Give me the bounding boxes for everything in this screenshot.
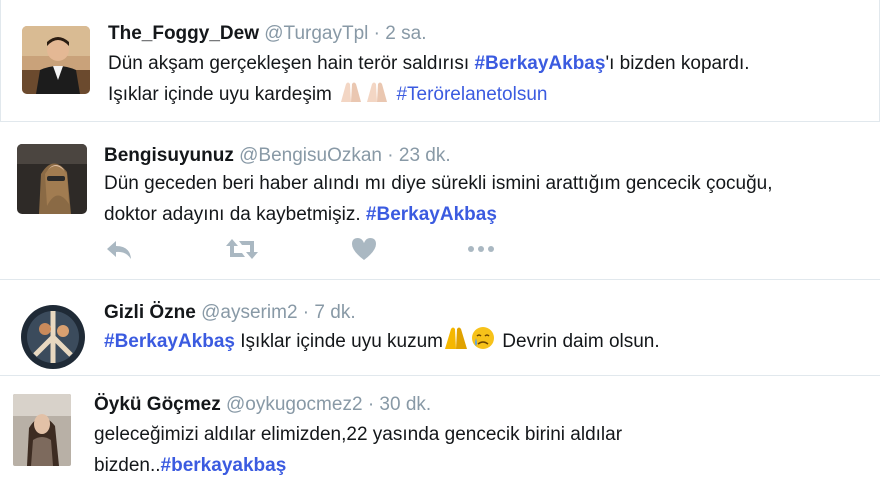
praying-hands-emoji [337, 81, 391, 113]
like-icon[interactable] [349, 235, 379, 263]
tweet-card[interactable]: Gizli Özne @ayserim2 · 7 dk. #BerkayAkba… [0, 281, 880, 376]
author-handle[interactable]: @oykugocmez2 [226, 394, 363, 415]
author-name[interactable]: Bengisuyunuz [104, 145, 234, 166]
hashtag-link[interactable]: #Terörelanetolsun [396, 84, 547, 105]
tweet-text-segment: 'ı bizden kopardı. [605, 53, 750, 74]
tweet-text: #BerkayAkbaş Işıklar içinde uyu kuzum De… [104, 326, 864, 360]
tweet-text-segment: doktor adayını da kaybetmişiz. [104, 204, 366, 225]
avatar[interactable] [17, 144, 87, 214]
tweet-line: bizden..#berkayakbaş [94, 450, 854, 481]
tweet-card[interactable]: The_Foggy_Dew @TurgayTpl · 2 sa. Dün akş… [0, 0, 880, 122]
avatar-image [17, 301, 89, 373]
separator: · [367, 394, 375, 415]
tweet-line: Işıklar içinde uyu kardeşim #Terörelanet… [108, 79, 868, 113]
timestamp[interactable]: 2 sa. [385, 23, 426, 44]
author-name[interactable]: The_Foggy_Dew [108, 23, 259, 44]
tweet-actions [104, 235, 524, 263]
reply-icon[interactable] [104, 235, 134, 263]
separator: · [387, 145, 394, 166]
tweet-text-segment: Işıklar içinde uyu kuzum [234, 331, 444, 352]
avatar-image [22, 26, 90, 94]
tweet-text-segment: Devrin daim olsun. [497, 331, 660, 352]
tweet-text: geleceğimizi aldılar elimizden,22 yasınd… [94, 419, 854, 481]
tweet-line: Dün akşam gerçekleşen hain terör saldırı… [108, 48, 868, 79]
author-name[interactable]: Gizli Özne [104, 302, 196, 323]
author-name[interactable]: Öykü Göçmez [94, 394, 221, 415]
tweet-card[interactable]: Bengisuyunuz @BengisuOzkan · 23 dk. Dün … [0, 123, 880, 280]
tweet-line: Dün geceden beri haber alındı mı diye sü… [104, 173, 773, 194]
hashtag-link[interactable]: #berkayakbaş [161, 455, 287, 476]
tweet-text-segment: bizden.. [94, 455, 161, 476]
hashtag-link[interactable]: #BerkayAkbaş [474, 53, 605, 74]
timestamp[interactable]: 7 dk. [314, 302, 355, 323]
tweet-text-segment: Dün akşam gerçekleşen hain terör saldırı… [108, 53, 475, 74]
author-handle[interactable]: @BengisuOzkan [239, 145, 382, 166]
tweet-line: geleceğimizi aldılar elimizden,22 yasınd… [94, 424, 623, 445]
avatar[interactable] [13, 394, 71, 466]
hashtag-link[interactable]: #BerkayAkbaş [366, 204, 497, 225]
more-icon[interactable] [466, 235, 496, 263]
author-handle[interactable]: @TurgayTpl [264, 23, 368, 44]
tweet-line: doktor adayını da kaybetmişiz. #BerkayAk… [104, 199, 864, 230]
timestamp[interactable]: 23 dk. [399, 145, 451, 166]
timestamp[interactable]: 30 dk. [379, 394, 431, 415]
separator: · [302, 302, 310, 323]
tweet-line: #BerkayAkbaş Işıklar içinde uyu kuzum De… [104, 326, 864, 360]
separator: · [373, 23, 380, 44]
tweet-card[interactable]: Öykü Göçmez @oykugocmez2 · 30 dk. gelece… [0, 377, 880, 487]
avatar[interactable] [17, 301, 89, 373]
author-handle[interactable]: @ayserim2 [201, 302, 297, 323]
tweet-text: Dün geceden beri haber alındı mı diye sü… [104, 168, 864, 230]
praying-crying-emoji [443, 326, 497, 360]
hashtag-link[interactable]: #BerkayAkbaş [104, 331, 235, 352]
tweet-text: Dün akşam gerçekleşen hain terör saldırı… [108, 48, 868, 113]
avatar[interactable] [22, 26, 90, 94]
avatar-image [17, 144, 87, 214]
avatar-image [13, 394, 71, 466]
retweet-icon[interactable] [225, 235, 259, 263]
tweet-text-segment: Işıklar içinde uyu kardeşim [108, 84, 338, 105]
